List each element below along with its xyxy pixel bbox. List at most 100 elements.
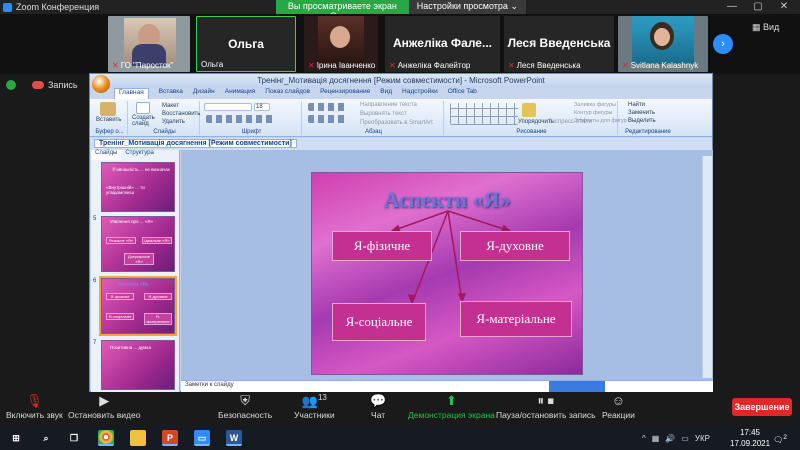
- box-physical-self[interactable]: Я-фізичне: [332, 231, 432, 261]
- maximize-icon[interactable]: ▢: [746, 0, 770, 14]
- ribbon: Вставить Буфер о... Создать слайд Макет …: [90, 99, 712, 137]
- slide-thumbnail[interactable]: Позитивна ... думка: [101, 340, 175, 390]
- participant-tile[interactable]: ✕ Ірина Іванченко: [304, 16, 378, 72]
- thumb-box: Я-духовне: [144, 293, 172, 300]
- tab-addins[interactable]: Надстройки: [402, 88, 438, 99]
- unmute-label: Включить звук: [6, 410, 63, 420]
- chat-button[interactable]: 💬 Чат: [370, 393, 386, 420]
- participant-tile[interactable]: Анжеліка Фале... ✕ Анжеліка Фалейтор: [385, 16, 500, 72]
- participant-tile-active-speaker[interactable]: Ольга Ольга: [196, 16, 296, 72]
- pause-stop-record-button[interactable]: ⏸ ⏹ Пауза/остановить запись: [496, 393, 596, 420]
- clock-time: 17:45: [739, 428, 761, 437]
- stop-video-button[interactable]: ▶ Остановить видео: [68, 393, 140, 420]
- chrome-icon[interactable]: [98, 430, 114, 446]
- box-material-self[interactable]: Я-матеріальне: [460, 301, 572, 337]
- list-buttons[interactable]: [308, 103, 348, 111]
- tab-home[interactable]: Главная: [114, 88, 149, 99]
- language-indicator[interactable]: УКР: [695, 434, 710, 443]
- tab-design[interactable]: Дизайн: [193, 88, 215, 99]
- new-slide-icon: [136, 102, 150, 114]
- word-icon[interactable]: W: [226, 430, 242, 446]
- zoom-window-title: Zoom Конференция: [16, 2, 100, 12]
- ppt-window-title: Тренінг_Мотивація досягнення [Режим совм…: [90, 74, 712, 88]
- file-explorer-icon[interactable]: [130, 430, 146, 446]
- reactions-button[interactable]: ☺ Реакции: [602, 393, 635, 420]
- participant-tile[interactable]: ✕ Svitlana Kalashnyk: [618, 16, 708, 72]
- participant-name: Леся Введенська: [516, 61, 581, 70]
- align-buttons[interactable]: [308, 115, 348, 123]
- notification-count: 2: [783, 434, 787, 441]
- recording-label: Запись: [48, 80, 78, 90]
- task-view-icon[interactable]: ❐: [66, 430, 82, 446]
- notifications-button[interactable]: 🗨2: [772, 430, 788, 446]
- volume-icon[interactable]: 🔊: [665, 434, 675, 443]
- participants-button[interactable]: 👥13 Участники: [294, 393, 335, 420]
- select-button[interactable]: Выделить: [628, 118, 656, 124]
- document-tab[interactable]: Тренінг_Мотивація досягнення [Режим совм…: [94, 139, 297, 148]
- network-icon[interactable]: ▦: [652, 434, 660, 443]
- ribbon-group-slides: Создать слайд Макет Восстановить Удалить…: [130, 101, 200, 135]
- minimize-icon[interactable]: —: [720, 0, 744, 14]
- restore-button[interactable]: Восстановить: [162, 111, 200, 117]
- tray-chevron-icon[interactable]: ^: [642, 434, 646, 443]
- recording-indicator[interactable]: Запись: [0, 76, 90, 94]
- tab-slideshow[interactable]: Показ слайдов: [265, 88, 310, 99]
- shape-effects-button[interactable]: Эффекты для фигур: [574, 118, 627, 124]
- slide-thumbnail-selected[interactable]: Аспекти «Я» Я-фізичне Я-духовне Я-соціал…: [99, 276, 177, 336]
- font-name-combo[interactable]: [204, 103, 252, 111]
- security-label: Безопасность: [218, 410, 273, 420]
- layout-button[interactable]: Макет: [162, 103, 179, 109]
- tab-insert[interactable]: Вставка: [159, 88, 183, 99]
- shape-fill-button[interactable]: Заливка фигуры: [574, 102, 616, 108]
- tab-office-tab[interactable]: Office Tab: [448, 88, 477, 99]
- battery-icon[interactable]: ▭: [681, 434, 689, 443]
- unmute-button[interactable]: 🎙 Включить звук: [6, 393, 63, 420]
- notes-pane[interactable]: Заметки к слайду: [181, 380, 713, 392]
- box-social-self[interactable]: Я-соціальне: [332, 303, 426, 341]
- view-settings-button[interactable]: Настройки просмотра ⌄: [408, 0, 526, 14]
- view-button[interactable]: ▦ Вид: [752, 22, 779, 33]
- ribbon-group-drawing: Упорядочить Экспресс-стили Заливка фигур…: [446, 101, 627, 135]
- find-button[interactable]: Найти: [628, 102, 645, 108]
- participant-tile[interactable]: ✕ ГО "Паросток": [108, 16, 190, 72]
- windows-start-icon[interactable]: ⊞: [8, 430, 24, 446]
- box-spiritual-self[interactable]: Я-духовне: [460, 231, 570, 261]
- delete-button[interactable]: Удалить: [162, 119, 185, 125]
- paste-button[interactable]: Вставить: [96, 117, 121, 123]
- powerpoint-icon[interactable]: P: [162, 430, 178, 446]
- clock[interactable]: 17:45 17.09.2021: [730, 427, 770, 449]
- search-icon[interactable]: ⌕: [38, 430, 54, 446]
- tab-outline[interactable]: Структура: [121, 150, 157, 160]
- security-button[interactable]: ⛨ Безопасность: [218, 393, 272, 420]
- replace-button[interactable]: Заменить: [628, 110, 655, 116]
- participants-icon: 👥13: [301, 393, 327, 409]
- end-meeting-button[interactable]: Завершение: [732, 398, 792, 416]
- shield-icon: ⛨: [240, 393, 250, 408]
- zoom-icon[interactable]: ▭: [194, 430, 210, 446]
- view-settings-label: Настройки просмотра: [416, 1, 508, 11]
- group-label: Шрифт: [241, 129, 262, 135]
- share-screen-button[interactable]: ⬆ Демонстрация экрана: [408, 393, 495, 420]
- align-text-button[interactable]: Выровнять текст: [360, 111, 407, 117]
- close-icon[interactable]: ✕: [772, 0, 796, 14]
- tab-animation[interactable]: Анимация: [225, 88, 256, 99]
- font-size-combo[interactable]: 18: [254, 103, 270, 111]
- participant-tile[interactable]: Леся Введенська ✕ Леся Введенська: [504, 16, 614, 72]
- tab-review[interactable]: Рецензирование: [320, 88, 370, 99]
- tab-view[interactable]: Вид: [380, 88, 392, 99]
- current-slide[interactable]: Аспекти «Я» Я-фізичне Я-духовне Я-соціал…: [311, 172, 583, 375]
- next-page-button[interactable]: ›: [713, 34, 733, 54]
- vertical-scrollbar[interactable]: [702, 156, 712, 378]
- smartart-button[interactable]: Преобразовать в SmartArt: [360, 120, 433, 126]
- chat-label: Чат: [371, 410, 386, 420]
- ribbon-group-font: 18 Шрифт: [202, 101, 302, 135]
- shape-outline-button[interactable]: Контур фигуры: [574, 110, 612, 116]
- shapes-gallery[interactable]: [450, 103, 518, 125]
- create-slide-button[interactable]: Создать слайд: [132, 115, 160, 127]
- tab-slides[interactable]: Слайды: [91, 150, 122, 160]
- text-direction-button[interactable]: Направление текста: [360, 102, 417, 108]
- slide-thumbnail[interactable]: Ⓟовнішність ... не визначає «Внутрішній»…: [101, 162, 175, 212]
- font-format-buttons[interactable]: [206, 115, 276, 123]
- participant-name: Анжеліка Фалейтор: [397, 61, 471, 70]
- slide-thumbnail[interactable]: Уявлення про ... «Я» Реальне «Я» Ідеальн…: [101, 216, 175, 272]
